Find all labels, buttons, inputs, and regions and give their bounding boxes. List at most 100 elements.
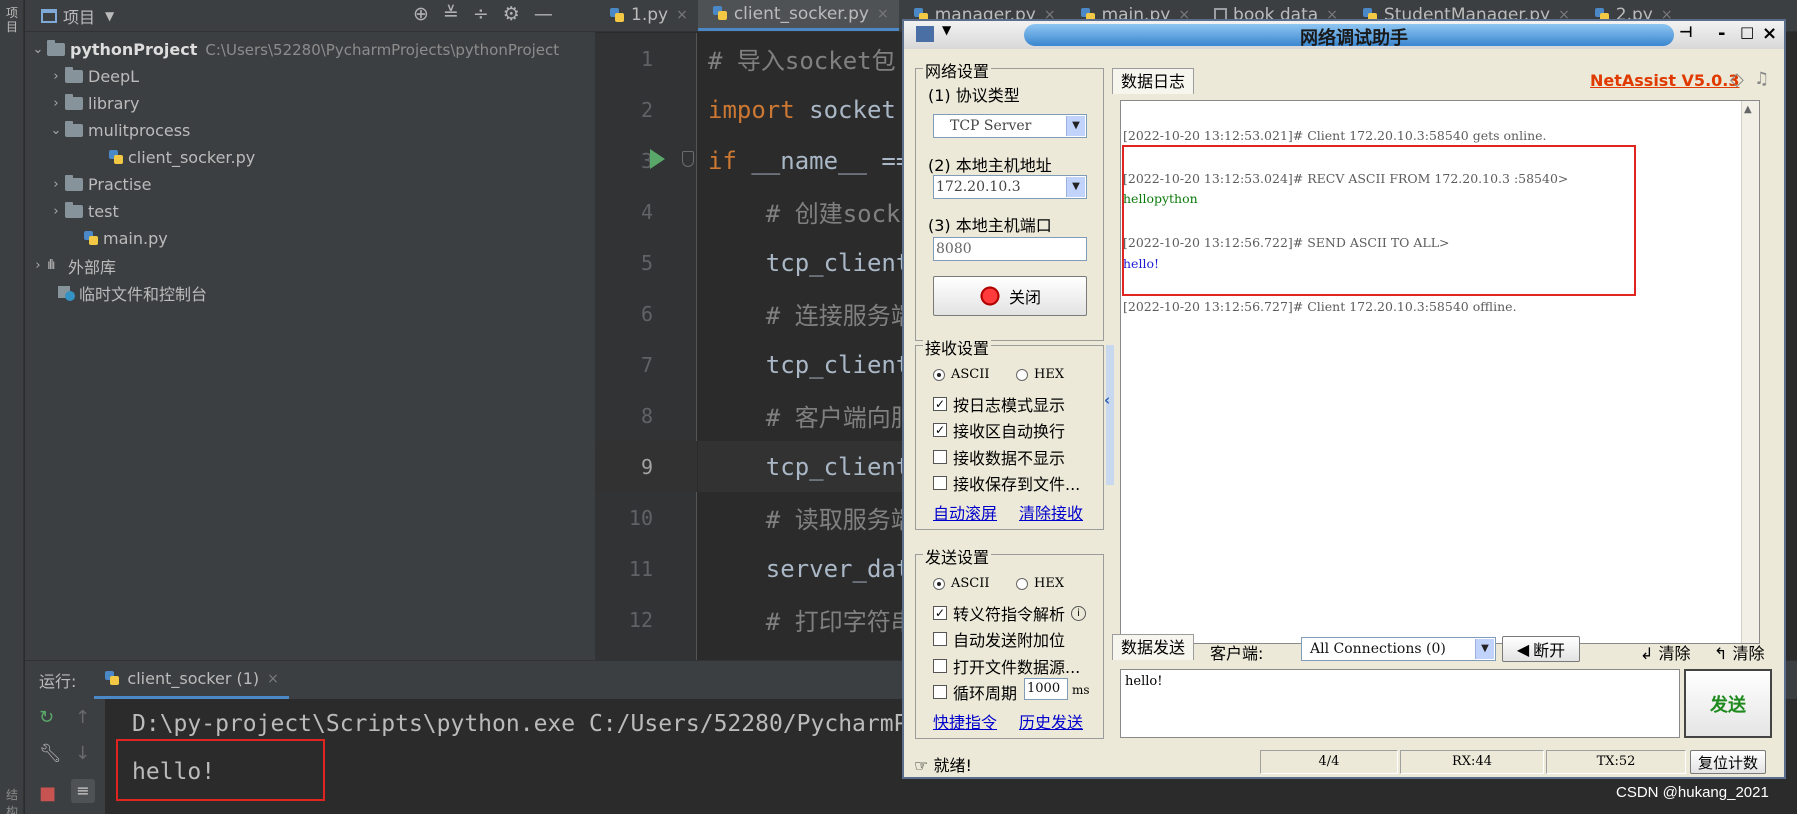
chevron-down-icon[interactable]: ▼ [1066,177,1085,197]
open-file-source-checkbox[interactable]: 打开文件数据源... [933,654,1080,678]
collapse-all-icon[interactable]: ÷ [473,3,489,25]
send-ascii-radio[interactable]: ASCII [933,576,990,591]
close-icon[interactable]: × [1762,23,1777,44]
host-select[interactable]: 172.20.10.3 ▼ [933,175,1087,199]
structure-tool-tab[interactable]: 结构 [3,786,21,814]
tree-item-scratches[interactable]: 临时文件和控制台 [25,279,595,306]
tab-client-socker[interactable]: client_socker.py × [697,0,899,31]
chevron-down-icon[interactable]: ▼ [1066,116,1085,136]
chevron-up-icon[interactable]: ▲ [1744,104,1752,115]
chevron-down-icon[interactable]: ▼ [1475,639,1494,659]
code-line[interactable]: tcp_client [698,339,908,390]
project-panel-title[interactable]: 项目 [63,4,95,28]
client-select[interactable]: All Connections (0) ▼ [1301,637,1496,661]
maximize-icon[interactable]: □ [1740,23,1754,41]
disconnect-button[interactable]: ◀ 断开 [1502,636,1580,662]
tab-data-log[interactable]: 数据日志 [1112,68,1195,94]
code-line[interactable]: server_data [698,543,908,594]
app-icon[interactable] [916,26,934,42]
hide-recv-checkbox[interactable]: 接收数据不显示 [933,445,1065,469]
tree-item-external-libs[interactable]: › ıllı 外部库 [25,252,595,279]
code-line[interactable]: tcp_client [698,237,908,288]
tab-1-py[interactable]: 1.py × [595,0,698,31]
clear-send-button[interactable]: ↲ 清除 [1640,640,1691,664]
tree-item-practise[interactable]: › Practise [25,171,595,198]
shortcut-cmd-link[interactable]: 快捷指令 [933,709,997,733]
port-input[interactable]: 8080 [933,237,1087,261]
tree-item-main-py[interactable]: main.py [25,225,595,252]
tab-data-send[interactable]: 数据发送 [1112,634,1195,660]
panel-splitter[interactable] [1106,345,1114,485]
close-icon[interactable]: × [676,7,688,23]
tree-item-library[interactable]: › library [25,90,595,117]
fold-icon[interactable] [682,151,694,167]
chevron-right-icon[interactable]: › [47,204,65,219]
reset-count-button[interactable]: 复位计数 [1690,750,1766,774]
close-icon[interactable]: × [877,6,889,22]
bell-icon[interactable]: ♫ [1754,69,1769,89]
tree-item-pythonproject[interactable]: ⌄ pythonProject C:\Users\52280\PycharmPr… [25,36,595,63]
pin-icon[interactable]: ⊣ [1679,23,1693,41]
soft-wrap-icon[interactable]: ≡ [71,779,95,803]
expand-all-icon[interactable]: ≚ [443,3,459,25]
tree-item-client-socker[interactable]: client_socker.py [25,144,595,171]
auto-scroll-link[interactable]: 自动滚屏 [933,500,997,524]
close-connection-button[interactable]: 关闭 [933,276,1087,316]
chevron-right-icon[interactable]: › [47,96,65,111]
code-line[interactable]: # 读取服务端 [698,492,908,543]
gear-icon[interactable]: ⚙ [503,3,520,25]
arrow-up-icon[interactable]: ↑ [75,707,90,728]
send-button[interactable]: 发送 [1684,669,1772,738]
log-mode-checkbox[interactable]: ✓ 按日志模式显示 [933,392,1065,416]
code-line[interactable]: import socket [698,84,908,135]
locate-icon[interactable]: ⊕ [413,3,429,25]
code-line[interactable]: # 打印字符串 [698,594,908,645]
run-tab[interactable]: client_socker (1) × [94,661,289,699]
recv-hex-radio[interactable]: HEX [1016,367,1064,382]
code-editor[interactable]: # 导入socket包 import socket if __name__ ==… [698,33,908,660]
code-line-current[interactable]: tcp_client [698,441,908,492]
rerun-icon[interactable]: ↻ [39,707,54,728]
close-icon[interactable]: × [267,671,279,687]
send-hex-radio[interactable]: HEX [1016,576,1064,591]
recv-ascii-radio[interactable]: ASCII [933,367,990,382]
chevron-right-icon[interactable]: › [47,177,65,192]
diamond-icon[interactable]: ◇ [1730,69,1744,90]
hide-icon[interactable]: — [534,3,553,25]
code-line[interactable]: if __name__ == '__main__': [698,135,908,186]
protocol-select[interactable]: TCP Server ▼ [933,114,1087,138]
chevron-down-icon[interactable]: ▼ [105,9,114,23]
chevron-down-icon[interactable]: ⌄ [47,123,65,138]
save-to-file-checkbox[interactable]: 接收保存到文件... [933,471,1080,495]
run-icon[interactable] [650,149,665,169]
code-line[interactable]: # 创建socket [698,186,908,237]
tree-item-mulitprocess[interactable]: ⌄ mulitprocess [25,117,595,144]
escape-parse-checkbox[interactable]: ✓ 转义符指令解析 i [933,601,1087,625]
chevron-right-icon[interactable]: › [47,69,65,84]
clear-recv-link[interactable]: 清除接收 [1019,500,1083,524]
wrench-icon[interactable]: 🔧︎ [39,743,62,764]
cycle-checkbox[interactable]: 循环周期 [933,680,1017,704]
send-input[interactable]: hello! [1120,669,1680,738]
chevron-left-icon[interactable]: ‹ [1104,391,1110,409]
stop-icon[interactable]: ■ [39,783,56,804]
code-line[interactable]: # 导入socket包 [698,33,908,84]
chevron-right-icon[interactable]: › [29,258,47,273]
cycle-input[interactable]: 1000 [1024,678,1068,700]
log-scrollbar[interactable]: ▲ [1741,101,1759,643]
info-icon[interactable]: i [1071,605,1087,621]
project-tool-tab[interactable]: 项目 [3,6,21,34]
code-line[interactable]: # 客户端向服务端 [698,390,908,441]
minimize-icon[interactable]: - [1718,23,1725,44]
version-link[interactable]: NetAssist V5.0.3 [1590,71,1739,90]
auto-append-checkbox[interactable]: 自动发送附加位 [933,627,1065,651]
clear-all-button[interactable]: ↰ 清除 [1714,640,1765,664]
code-line[interactable]: # 连接服务端 [698,288,908,339]
auto-wrap-checkbox[interactable]: ✓ 接收区自动换行 [933,418,1065,442]
tree-item-deepl[interactable]: › DeepL [25,63,595,90]
history-send-link[interactable]: 历史发送 [1019,709,1083,733]
chevron-down-icon[interactable]: ⌄ [29,42,47,57]
tree-item-test[interactable]: › test [25,198,595,225]
chevron-down-icon[interactable]: ▼ [942,23,951,37]
arrow-down-icon[interactable]: ↓ [75,743,90,764]
